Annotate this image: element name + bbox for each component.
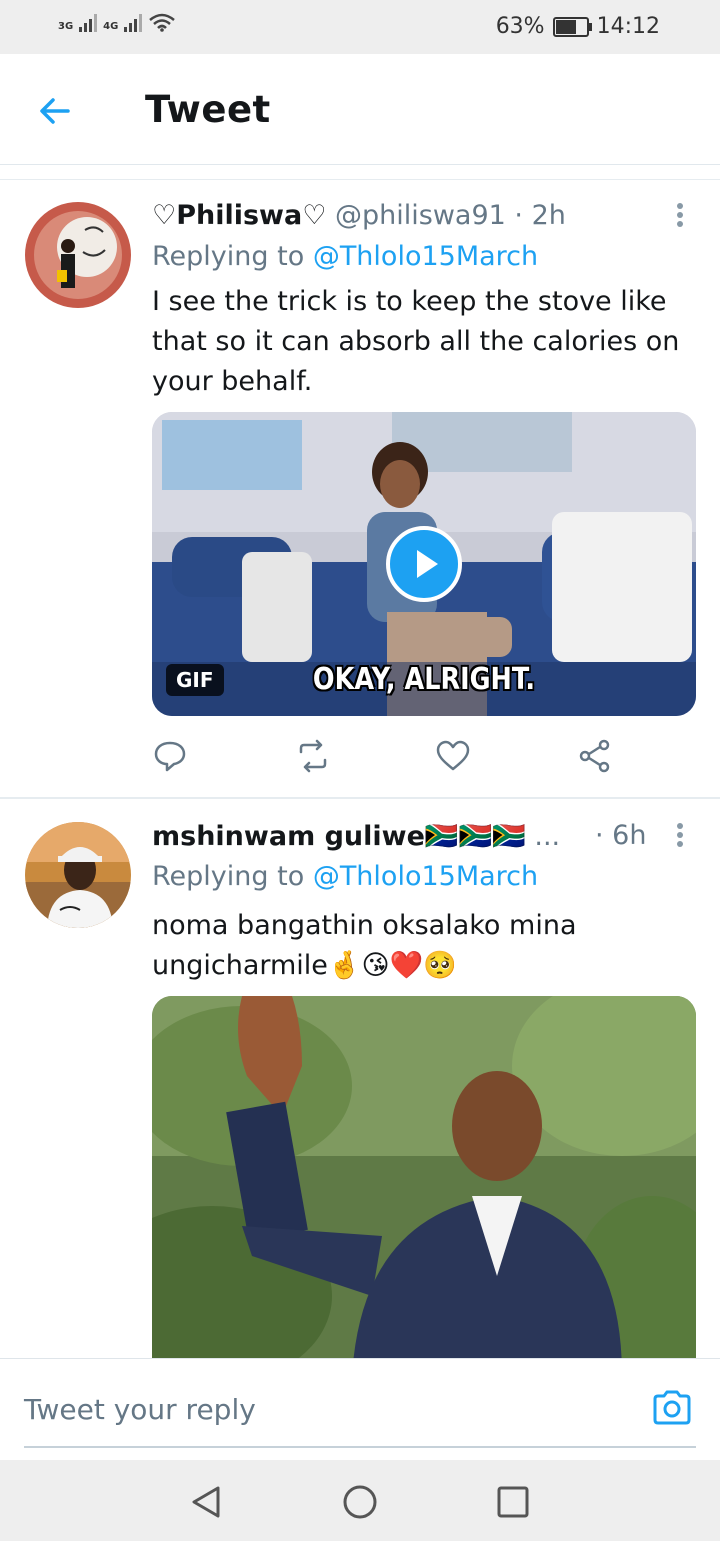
reply-input[interactable]: Tweet your reply (24, 1393, 256, 1426)
network-type-1: 3G (58, 21, 74, 32)
display-name[interactable]: mshinwam guliwe🇿🇦🇿🇦🇿🇦 (152, 821, 526, 852)
replying-prefix: Replying to (152, 241, 305, 272)
system-nav-bar (0, 1460, 720, 1541)
avatar[interactable] (25, 822, 131, 928)
avatar[interactable] (25, 202, 131, 308)
network-type-2: 4G (103, 21, 119, 32)
replying-to-link[interactable]: @Thlolo15March (313, 861, 538, 892)
clock: 14:12 (596, 14, 660, 39)
app-bar: Tweet (0, 54, 720, 165)
signal-group: 3G 4G (58, 12, 176, 32)
replying-to: Replying to @Thlolo15March (152, 861, 538, 892)
input-underline (24, 1446, 696, 1448)
more-options-icon[interactable] (670, 200, 690, 230)
replying-to: Replying to @Thlolo15March (152, 241, 538, 272)
tweet-1[interactable]: ♡Philiswa♡ @philiswa91 · 2h Replying to … (0, 180, 720, 797)
recents-nav-icon[interactable] (493, 1482, 533, 1522)
replying-prefix: Replying to (152, 861, 305, 892)
wifi-icon (149, 13, 176, 32)
avatar-image (25, 822, 131, 928)
display-name[interactable]: ♡Philiswa♡ (152, 200, 326, 231)
camera-icon[interactable] (651, 1387, 693, 1429)
battery-percent: 63% (495, 14, 545, 39)
tweet-header: mshinwam guliwe🇿🇦🇿🇦🇿🇦 ... (152, 820, 560, 852)
tweet-header: ♡Philiswa♡ @philiswa91 · 2h (152, 200, 566, 231)
tweet-2[interactable]: mshinwam guliwe🇿🇦🇿🇦🇿🇦 ... · 6h Replying … (0, 800, 720, 1358)
play-icon (417, 550, 438, 578)
gif-caption: OKAY, ALRIGHT. (312, 662, 536, 697)
reply-icon[interactable] (152, 738, 188, 774)
status-bar: 3G 4G 63% 14:12 (0, 0, 720, 54)
top-divider (0, 165, 720, 180)
home-nav-icon[interactable] (340, 1482, 380, 1522)
avatar-image (25, 202, 131, 308)
tweet-time: · 2h (514, 200, 566, 231)
battery-icon (552, 16, 592, 37)
replying-to-link[interactable]: @Thlolo15March (313, 241, 538, 272)
gif-media[interactable]: GIF OKAY, ALRIGHT. (152, 412, 696, 716)
tweet-text: noma bangathin oksalako mina ungicharmil… (152, 910, 577, 981)
retweet-icon[interactable] (295, 738, 331, 774)
battery-fill (555, 19, 576, 34)
tweet-actions (152, 738, 622, 778)
back-nav-icon[interactable] (186, 1482, 226, 1522)
tweet-text: I see the trick is to keep the stove lik… (152, 286, 680, 397)
photo-media[interactable] (152, 996, 696, 1358)
more-options-icon[interactable] (670, 820, 690, 850)
page-title: Tweet (145, 88, 271, 131)
like-icon[interactable] (435, 738, 471, 774)
signal-icon (79, 12, 98, 32)
reply-composer: Tweet your reply (0, 1358, 720, 1459)
arrow-left-icon[interactable] (34, 90, 76, 132)
signal-icon-2 (124, 12, 143, 32)
tweet-time: · 6h (595, 820, 647, 851)
tweet-separator (0, 797, 720, 799)
name-ellipsis: ... (534, 821, 561, 852)
user-handle[interactable]: @philiswa91 (335, 200, 506, 231)
play-button[interactable] (386, 526, 462, 602)
status-right: 63% 14:12 (496, 14, 660, 39)
share-icon[interactable] (577, 738, 613, 774)
photo-image (152, 996, 696, 1358)
